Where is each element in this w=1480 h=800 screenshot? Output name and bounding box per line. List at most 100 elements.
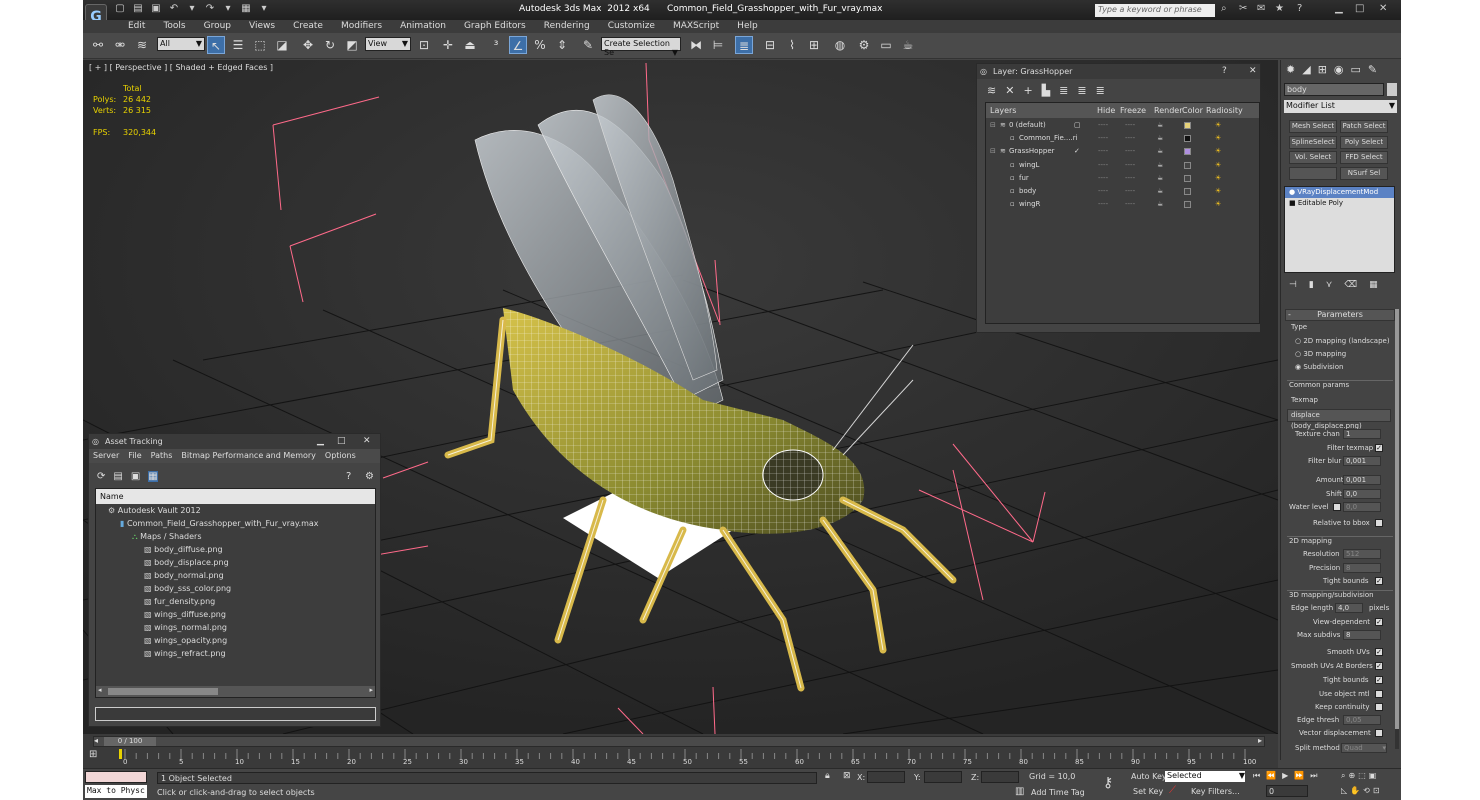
mesh-select-button[interactable]: Mesh Select — [1289, 120, 1337, 133]
help-icon[interactable]: ? — [1297, 3, 1302, 14]
smooth-uvs-borders-checkbox[interactable]: ✓ — [1375, 662, 1383, 670]
asset-tree-item[interactable]: ▧ body_displace.png — [96, 556, 375, 569]
col-hide[interactable]: Hide — [1097, 103, 1115, 118]
help-icon[interactable]: ? — [1222, 64, 1227, 79]
layer-hide-all-icon[interactable]: ≣ — [1077, 84, 1086, 100]
bind-space-warp-icon[interactable]: ≋ — [133, 36, 151, 54]
select-link-icon[interactable]: ⚯ — [89, 36, 107, 54]
render-teapot-icon[interactable]: ☕ — [1157, 172, 1163, 185]
asset-panel-titlebar[interactable]: ◎ Asset Tracking ▁ □ ✕ — [89, 434, 380, 449]
zoom-extents-all-icon[interactable]: ▣ — [1369, 771, 1377, 781]
maxscript-listener-top[interactable] — [85, 771, 147, 783]
undo-dropdown-icon[interactable]: ▾ — [185, 3, 199, 16]
layer-expand-icon[interactable]: ⊟ — [990, 119, 996, 132]
binoculars-icon[interactable]: ⌕ — [1221, 3, 1227, 14]
texmap-button[interactable]: displace (body_displace.png) — [1287, 409, 1391, 430]
layer-highlight-icon[interactable]: ≣ — [1059, 84, 1068, 100]
menu-animation[interactable]: Animation — [391, 20, 455, 33]
layer-color-swatch[interactable] — [1184, 201, 1191, 209]
key-filter-icon[interactable]: ⟋ — [1169, 785, 1176, 796]
menu-help[interactable]: Help — [728, 20, 767, 33]
rendered-frame-window-icon[interactable]: ▭ — [877, 36, 895, 54]
horizontal-scrollbar[interactable]: ◂ ▸ — [96, 686, 375, 697]
poly-select-button[interactable]: Poly Select — [1340, 136, 1388, 149]
rect-selection-icon[interactable]: ⬚ — [251, 36, 269, 54]
layer-delete-icon[interactable]: ✕ — [1005, 84, 1014, 100]
radio-3d-mapping[interactable]: ○ 3D mapping — [1295, 350, 1346, 358]
layer-select-icon[interactable]: ▙ — [1042, 84, 1050, 100]
configure-modifier-sets-icon[interactable]: ▦ — [1369, 280, 1378, 290]
select-by-name-icon[interactable]: ☰ — [229, 36, 247, 54]
asset-menu-options[interactable]: Options — [325, 449, 356, 463]
render-setup-icon[interactable]: ⚙ — [855, 36, 873, 54]
make-unique-icon[interactable]: ⋎ — [1326, 280, 1333, 290]
next-frame-icon[interactable]: ▸ — [1258, 736, 1262, 745]
keyboard-shortcut-icon[interactable]: ⏏ — [461, 36, 479, 54]
filter-texmap-checkbox[interactable]: ✓ — [1375, 444, 1383, 452]
unlink-icon[interactable]: ⚮ — [111, 36, 129, 54]
layer-color-swatch[interactable] — [1184, 174, 1191, 182]
resolution-spinner[interactable]: 512 — [1343, 549, 1381, 559]
settings-icon[interactable]: ⚙ — [365, 471, 374, 482]
freeze-toggle[interactable]: ---- — [1125, 132, 1135, 145]
auto-key-button[interactable]: Auto Key — [1131, 772, 1167, 781]
hide-toggle[interactable]: ---- — [1098, 185, 1108, 198]
new-file-icon[interactable]: ▢ — [113, 3, 127, 16]
open-file-icon[interactable]: ▤ — [131, 3, 145, 16]
scroll-thumb[interactable] — [108, 688, 218, 695]
radiosity-icon[interactable]: ☀ — [1215, 145, 1221, 158]
maximize-icon[interactable]: □ — [337, 434, 346, 449]
tight-bounds-checkbox[interactable]: ✓ — [1375, 577, 1383, 585]
layer-add-icon[interactable]: + — [1023, 84, 1032, 100]
graphite-tools-icon[interactable]: ⊟ — [761, 36, 779, 54]
asset-menu-paths[interactable]: Paths — [151, 449, 173, 463]
reference-coordinate-dropdown[interactable]: View ▼ — [365, 37, 411, 51]
prev-frame-icon[interactable]: ◂ — [94, 736, 98, 745]
render-teapot-icon[interactable]: ☕ — [1157, 119, 1163, 132]
layer-color-swatch[interactable] — [1184, 122, 1191, 129]
vector-displacement-checkbox[interactable] — [1375, 729, 1383, 737]
layer-row[interactable]: ▫ wingL ---- ---- ☕ ☀ — [986, 159, 1259, 172]
ffd-select-button[interactable]: FFD Select — [1340, 151, 1388, 164]
hide-toggle[interactable]: ---- — [1098, 172, 1108, 185]
render-teapot-icon[interactable]: ☕ — [1157, 159, 1163, 172]
select-object-icon[interactable]: ↖ — [207, 36, 225, 54]
redo-dropdown-icon[interactable]: ▾ — [221, 3, 235, 16]
stack-item-vray-displacement[interactable]: ● VRayDisplacementMod — [1285, 187, 1394, 198]
minimize-icon[interactable]: ▁ — [317, 434, 324, 449]
menu-customize[interactable]: Customize — [599, 20, 664, 33]
radio-2d-mapping[interactable]: ○ 2D mapping (landscape) — [1295, 337, 1390, 345]
freeze-toggle[interactable]: ---- — [1125, 159, 1135, 172]
previous-frame-icon[interactable]: ⏪ — [1266, 771, 1276, 781]
layer-color-swatch[interactable] — [1184, 161, 1191, 169]
play-icon[interactable]: ▶ — [1282, 771, 1288, 781]
freeze-toggle[interactable]: ---- — [1125, 119, 1135, 132]
thumbnail-view-icon[interactable]: ▣ — [131, 471, 140, 482]
object-color-swatch[interactable] — [1387, 83, 1397, 96]
layer-manager-icon[interactable]: ≣ — [735, 36, 753, 54]
utilities-tab-icon[interactable]: ✎ — [1368, 63, 1377, 76]
display-tab-icon[interactable]: ▭ — [1351, 63, 1361, 76]
key-filters-button[interactable]: Key Filters... — [1191, 787, 1240, 796]
create-tab-icon[interactable]: ✹ — [1286, 63, 1295, 76]
layer-color-swatch[interactable] — [1184, 188, 1191, 195]
go-to-start-icon[interactable]: ⏮ — [1253, 771, 1260, 781]
command-panel-scrollbar[interactable] — [1395, 309, 1399, 749]
pivot-center-icon[interactable]: ⊡ — [415, 36, 433, 54]
amount-spinner[interactable]: 0,001 — [1343, 475, 1381, 485]
asset-path-field[interactable] — [95, 707, 376, 721]
asset-tree-item[interactable]: ▧ wings_normal.png — [96, 621, 375, 634]
col-layers[interactable]: Layers — [990, 103, 1016, 118]
max-subdivs-spinner[interactable]: 8 — [1343, 630, 1381, 640]
qa-dropdown-icon[interactable]: ▾ — [257, 3, 271, 16]
water-level-spinner[interactable]: 0,0 — [1343, 502, 1381, 512]
edge-thresh-spinner[interactable]: 0,05 — [1343, 715, 1381, 725]
save-file-icon[interactable]: ▣ — [149, 3, 163, 16]
view-dependent-checkbox[interactable]: ✓ — [1375, 618, 1383, 626]
key-mode-dropdown[interactable]: Selected ▼ — [1165, 771, 1245, 782]
time-slider-track[interactable]: ◂ 0 / 100 ▸ — [93, 736, 1265, 747]
spinner-snap-icon[interactable]: ⇕ — [553, 36, 571, 54]
asset-tree-item[interactable]: ▧ wings_diffuse.png — [96, 608, 375, 621]
subscription-icon[interactable]: ✂ — [1239, 3, 1247, 14]
track-bar-icon[interactable]: ⊞ — [89, 749, 97, 760]
